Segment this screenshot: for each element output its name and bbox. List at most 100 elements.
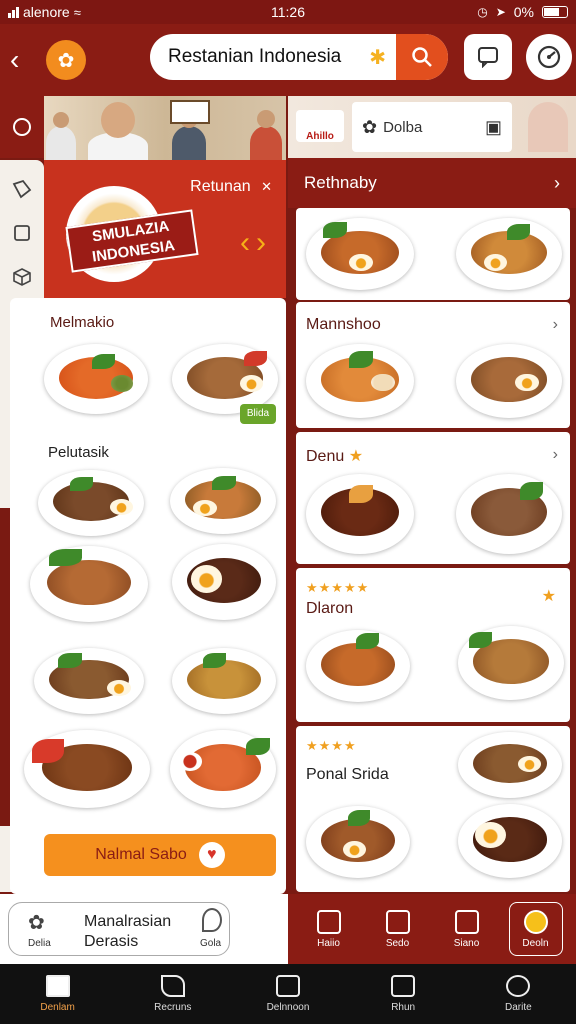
dish-card[interactable]	[34, 648, 144, 714]
back-icon[interactable]: ‹	[10, 44, 36, 76]
cube-icon[interactable]	[11, 266, 33, 288]
menu-card[interactable]: ★★★★★ Dlaron ★	[296, 568, 570, 722]
circle-icon[interactable]	[11, 116, 33, 138]
section-title-2: Pelutasik	[48, 444, 109, 461]
chevron-right-icon[interactable]: ›	[553, 316, 558, 334]
dish-card[interactable]	[458, 804, 562, 878]
bottom-search-line1: Manalrasian	[84, 913, 172, 930]
chat-button[interactable]	[464, 34, 512, 80]
profile-button[interactable]	[526, 34, 572, 80]
tab-profile[interactable]: Darite	[470, 975, 566, 1013]
left-dish-panel: Melmakio Blida Pelutasik	[10, 298, 286, 894]
document-icon[interactable]: ▣	[485, 117, 502, 138]
dish-card[interactable]	[170, 468, 276, 534]
bottom-search-text: Manalrasian Derasis	[84, 912, 171, 952]
dish-card[interactable]	[24, 730, 150, 808]
status-bar: alenore ≈ 11:26 ◷ ➤ 0%	[0, 0, 576, 24]
bottom-tab-bar: Denlam Recruns Delnnoon Rhun Darite	[0, 964, 576, 1024]
promo-title: Retunan ✕	[190, 178, 272, 196]
dish-card[interactable]	[456, 218, 562, 290]
location-icon: ➤	[495, 5, 506, 19]
mini-tab-search[interactable]: Sedo	[371, 902, 425, 956]
dish-card[interactable]	[38, 470, 144, 536]
partner-logo[interactable]: Ahillo	[296, 110, 344, 142]
bottom-search-line2: Derasis	[84, 933, 139, 950]
menu-card[interactable]: Denu ★ ›	[296, 432, 570, 564]
chevron-right-icon[interactable]: ›	[554, 173, 560, 194]
dish-card[interactable]	[170, 730, 276, 808]
menu-card[interactable]: Mannshoo ›	[296, 302, 570, 428]
tab-label: Rhun	[391, 1002, 416, 1013]
home-icon	[316, 909, 341, 934]
tab-messages[interactable]: Rhun	[355, 975, 451, 1013]
mini-tab-home[interactable]: Haiio	[302, 902, 356, 956]
mini-tab-label: Siano	[453, 937, 480, 949]
restaurant-photo	[44, 96, 286, 160]
dish-card[interactable]	[30, 546, 148, 622]
menu-card-title-text: Denu	[306, 448, 345, 465]
menu-card[interactable]	[296, 208, 570, 300]
section-title-1: Melmakio	[50, 314, 115, 331]
favorite-icon[interactable]: ✱	[369, 45, 386, 70]
dish-card[interactable]	[456, 474, 562, 554]
puzzle-icon[interactable]: ✿	[28, 910, 45, 935]
tab-recent[interactable]: Recruns	[125, 975, 221, 1013]
location-pin-icon[interactable]	[202, 908, 222, 932]
chevron-left-icon[interactable]: ‹	[240, 226, 256, 259]
square-icon	[275, 975, 300, 997]
app-logo[interactable]: ✿	[46, 40, 86, 80]
quick-card-label: Dolba	[383, 118, 423, 136]
dish-card[interactable]	[306, 218, 414, 290]
search-bar[interactable]: Restanian Indonesia ✱	[150, 34, 448, 80]
rail-top	[0, 96, 44, 158]
dish-card[interactable]	[172, 648, 276, 714]
cta-button[interactable]: Nalmal Sabo ♥	[44, 834, 276, 876]
dish-card[interactable]	[458, 626, 564, 700]
tab-label: Delnnoon	[266, 1002, 310, 1013]
right-section-title: Rethnaby	[304, 173, 377, 192]
mini-tab-orders[interactable]: Siano	[440, 902, 494, 956]
menu-card-title: Ponal Srida	[306, 766, 389, 783]
tab-orders[interactable]: Delnnoon	[240, 975, 336, 1013]
search-button[interactable]	[396, 34, 448, 80]
menu-card[interactable]: ★★★★ Ponal Srida	[296, 726, 570, 892]
close-icon[interactable]: ✕	[261, 179, 272, 194]
alarm-icon: ◷	[477, 5, 488, 19]
clock-icon	[537, 45, 561, 69]
heart-icon[interactable]: ♥	[198, 842, 225, 868]
right-section-header[interactable]: Rethnaby ›	[288, 158, 576, 208]
star-icon[interactable]: ★	[542, 586, 556, 606]
search-icon	[412, 47, 432, 67]
compass-icon	[160, 975, 185, 997]
dish-card[interactable]	[306, 806, 410, 878]
search-input[interactable]: Restanian Indonesia	[150, 46, 369, 68]
flower-icon: ✿	[362, 116, 378, 137]
right-top-strip: Ahillo ✿ Dolba ▣	[288, 96, 576, 158]
dish-card[interactable]	[306, 344, 414, 418]
box-icon[interactable]	[11, 222, 33, 244]
dish-card[interactable]	[458, 732, 562, 798]
menu-card-title: Dlaron	[306, 600, 354, 617]
chevron-right-icon[interactable]: ›	[553, 446, 558, 464]
tab-label: Recruns	[154, 1002, 192, 1013]
dish-card[interactable]	[306, 630, 410, 702]
dish-card[interactable]	[172, 544, 276, 620]
promo-banner[interactable]: SMULAZIA INDONESIA Retunan ✕ ‹›	[44, 160, 286, 298]
star-icon: ★	[348, 448, 364, 465]
person-icon	[506, 975, 531, 997]
dish-card[interactable]	[44, 344, 148, 414]
tab-home[interactable]: Denlam	[10, 975, 106, 1013]
carrier-name: alenore	[23, 4, 70, 20]
home-icon	[45, 975, 70, 997]
quick-card[interactable]: ✿ Dolba ▣	[352, 102, 512, 152]
tag-icon[interactable]	[11, 178, 33, 200]
mini-tab-label: Haiio	[317, 937, 340, 949]
dish-card[interactable]	[456, 344, 562, 418]
battery-percent: 0%	[513, 4, 534, 20]
signal-icon	[8, 6, 19, 18]
chevron-right-icon[interactable]: ›	[256, 226, 272, 259]
battery-icon	[542, 6, 568, 18]
dish-card[interactable]	[306, 474, 414, 554]
menu-card-title: Denu ★	[306, 446, 363, 466]
mini-tab-rewards[interactable]: Deoln	[508, 902, 563, 956]
